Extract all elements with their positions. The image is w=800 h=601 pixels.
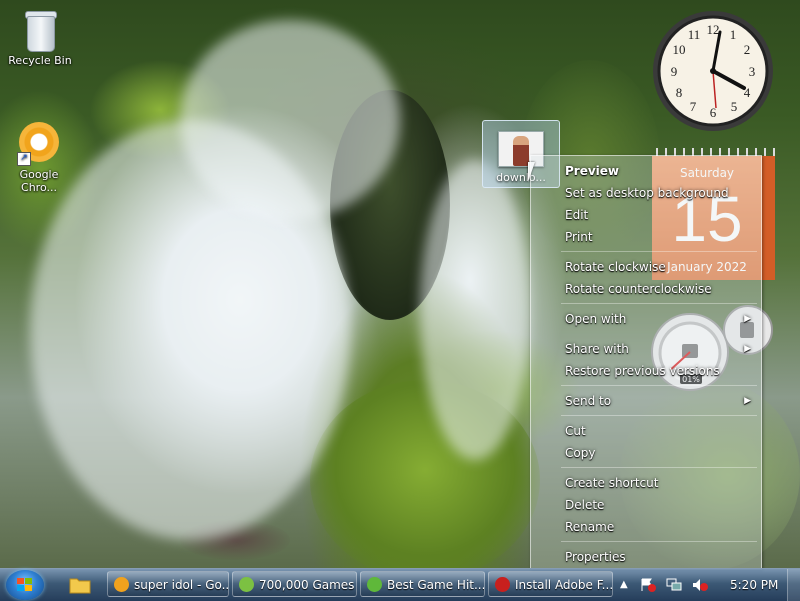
menu-item-rotate-counterclockwise[interactable]: Rotate counterclockwise [531, 279, 761, 299]
games-icon [239, 577, 254, 592]
menu-item-set-as-desktop-background[interactable]: Set as desktop background [531, 183, 761, 203]
menu-item-label: Rename [565, 520, 615, 534]
taskbar-clock[interactable]: 5:20 PM [730, 569, 778, 601]
chrome-icon: ↗ [17, 122, 61, 166]
wallpaper-waterfall [180, 20, 400, 220]
taskbar-button-label: super idol - Go... [134, 578, 229, 592]
context-menu: Preview Set as desktop background Edit Prin… [530, 155, 762, 570]
menu-item-properties[interactable]: Properties [531, 547, 761, 567]
menu-separator [561, 467, 757, 468]
taskbar-button-3[interactable]: Best Game Hit... [360, 571, 485, 597]
svg-text:1: 1 [730, 27, 737, 42]
menu-item-label: Copy [565, 446, 596, 460]
menu-separator [561, 415, 757, 416]
download-icon [367, 577, 382, 592]
show-desktop-button[interactable] [787, 569, 800, 601]
taskbar-button-label: 700,000 Games [259, 578, 355, 592]
svg-text:10: 10 [673, 42, 686, 57]
menu-item-edit[interactable]: Edit [531, 205, 761, 225]
menu-item-label: Print [565, 230, 593, 244]
taskbar-button-1[interactable]: super idol - Go... [107, 571, 229, 597]
menu-item-label: Edit [565, 208, 589, 222]
menu-item-rotate-clockwise[interactable]: Rotate clockwise [531, 257, 761, 277]
recycle-bin-icon[interactable]: Recycle Bin [5, 8, 75, 67]
google-chrome-label: Google Chro... [19, 168, 59, 194]
menu-separator [561, 385, 757, 386]
menu-item-label: Set as desktop background [565, 186, 729, 200]
recycle-bin-label: Recycle Bin [8, 54, 72, 67]
show-hidden-icons-button[interactable]: ▲ [620, 578, 636, 592]
menu-item-label: Restore previous versions [565, 364, 720, 378]
menu-item-label: Share with [565, 342, 629, 356]
submenu-arrow-icon: ▶ [744, 314, 751, 324]
menu-item-label: Rotate clockwise [565, 260, 666, 274]
network-icon[interactable] [666, 578, 682, 592]
menu-item-copy[interactable]: Copy [531, 443, 761, 463]
system-tray: ▲ 5:20 PM [618, 569, 800, 601]
svg-text:12: 12 [707, 22, 720, 37]
menu-item-delete[interactable]: Delete [531, 495, 761, 515]
menu-item-open-with[interactable]: Open with ▶ [531, 309, 761, 329]
google-chrome-shortcut[interactable]: ↗ Google Chro... [4, 122, 74, 194]
wallpaper-waterfall [420, 160, 530, 460]
menu-item-label: Cut [565, 424, 586, 438]
taskbar-button-2[interactable]: 700,000 Games [232, 571, 357, 597]
taskbar-button-4[interactable]: Install Adobe F... [488, 571, 613, 597]
menu-item-print[interactable]: Print [531, 227, 761, 247]
svg-text:5: 5 [731, 99, 738, 114]
menu-item-label: Delete [565, 498, 605, 512]
submenu-arrow-icon: ▶ [744, 344, 751, 354]
shortcut-arrow-icon: ↗ [17, 152, 31, 166]
menu-item-label: Properties [565, 550, 626, 564]
menu-separator [561, 251, 757, 252]
folder-icon [69, 578, 91, 594]
chrome-icon [114, 577, 129, 592]
volume-muted-icon[interactable] [692, 578, 708, 592]
menu-item-label: Open with [565, 312, 627, 326]
recycle-bin-graphic [23, 8, 57, 52]
menu-separator [561, 541, 757, 542]
menu-item-label: Rotate counterclockwise [565, 282, 712, 296]
svg-text:7: 7 [690, 99, 697, 114]
clock-gadget[interactable]: 12 12 345 678 91011 [652, 10, 774, 132]
taskbar: super idol - Go... 700,000 Games Best Game… [0, 568, 800, 601]
svg-text:2: 2 [744, 42, 751, 57]
windows-logo-icon [17, 578, 33, 592]
menu-item-share-with[interactable]: Share with ▶ [531, 339, 761, 359]
menu-item-create-shortcut[interactable]: Create shortcut [531, 473, 761, 493]
menu-item-restore-previous-versions[interactable]: Restore previous versions [531, 361, 761, 381]
submenu-arrow-icon: ▶ [744, 396, 751, 406]
menu-item-rename[interactable]: Rename [531, 517, 761, 537]
svg-text:3: 3 [749, 64, 756, 79]
start-button[interactable] [6, 570, 44, 600]
svg-text:8: 8 [676, 85, 683, 100]
taskbar-button-label: Install Adobe F... [515, 578, 613, 592]
menu-item-preview[interactable]: Preview [531, 161, 761, 181]
menu-item-label: Send to [565, 394, 612, 408]
svg-text:11: 11 [688, 27, 701, 42]
menu-item-label: Preview [565, 164, 620, 178]
svg-text:9: 9 [671, 64, 678, 79]
menu-separator [561, 303, 757, 304]
adobe-flash-icon [495, 577, 510, 592]
action-center-flag-icon[interactable] [640, 578, 656, 592]
taskbar-button-label: Best Game Hit... [387, 578, 485, 592]
menu-item-label: Create shortcut [565, 476, 659, 490]
menu-item-send-to[interactable]: Send to ▶ [531, 391, 761, 411]
windows-explorer-button[interactable] [66, 573, 94, 597]
menu-item-cut[interactable]: Cut [531, 421, 761, 441]
